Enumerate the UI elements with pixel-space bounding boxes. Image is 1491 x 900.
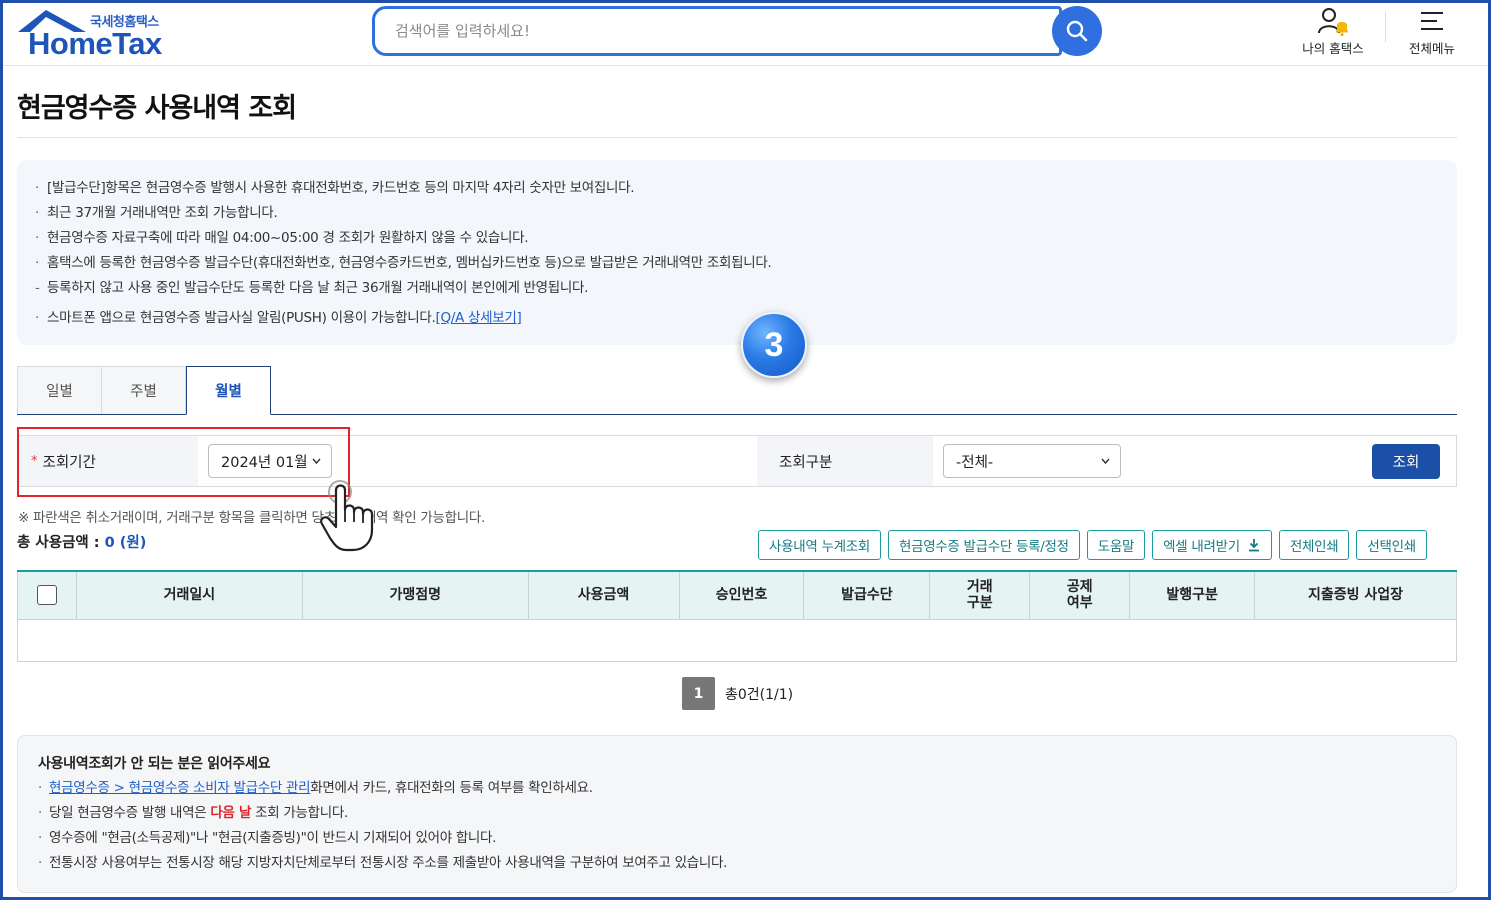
title-divider: [17, 137, 1457, 138]
type-label: 조회구분: [757, 436, 933, 486]
search-icon: [1066, 20, 1088, 42]
total-value: 0 (원): [104, 535, 147, 551]
cancel-legend-note: ※ 파란색은 취소거래이며, 거래구분 항목을 클릭하면 당초 거래내역 확인 …: [18, 510, 485, 526]
notice-item: [발급수단]항목은 현금영수증 발행시 사용한 휴대전화번호, 카드번호 등의 …: [35, 176, 771, 201]
search-input[interactable]: [372, 6, 1062, 56]
tab-daily[interactable]: 일별: [17, 366, 102, 414]
register-method-button[interactable]: 현금영수증 발급수단 등록/정정: [887, 530, 1080, 560]
search-button[interactable]: [1052, 6, 1102, 56]
hometax-logo[interactable]: 국세청홈택스 HomeTax: [16, 6, 176, 61]
select-all-cell: [17, 570, 77, 620]
col-trade-type: 거래 구분: [929, 570, 1031, 620]
my-hometax-label: 나의 홈택스: [1302, 41, 1364, 56]
page-1-button[interactable]: 1: [682, 677, 715, 710]
help-item: 전통시장 사용여부는 전통시장 해당 지방자치단체로부터 전통시장 주소를 제출…: [38, 851, 727, 876]
chevron-down-icon: [1101, 458, 1110, 465]
all-menu-label: 전체메뉴: [1408, 41, 1455, 56]
help-button[interactable]: 도움말: [1086, 530, 1146, 560]
help-item: 영수증에 "현금(소득공제)"나 "현금(지출증빙)"이 반드시 기재되어 있어…: [38, 826, 727, 851]
notice-item: 홈택스에 등록한 현금영수증 발급수단(휴대전화번호, 현금영수증카드번호, 멤…: [35, 251, 772, 276]
qa-detail-link[interactable]: [Q/A 상세보기]: [436, 310, 522, 326]
type-label-text: 조회구분: [779, 454, 833, 471]
cumulative-query-button[interactable]: 사용내역 누계조회: [758, 530, 881, 560]
query-button[interactable]: 조회: [1372, 444, 1440, 479]
download-icon: [1248, 539, 1259, 552]
consumer-method-link[interactable]: 현금영수증 > 현금영수증 소비자 발급수단 관리: [49, 780, 311, 796]
user-bell-icon: [1318, 8, 1348, 37]
usage-table: 거래일시 가맹점명 사용금액 승인번호 발급수단 거래 구분 공제 여부 발행구…: [17, 570, 1457, 662]
pagination: 1 총0건(1/1): [682, 677, 793, 710]
print-selected-button[interactable]: 선택인쇄: [1356, 530, 1427, 560]
header-divider: [1385, 12, 1386, 42]
next-day-highlight: 다음 날: [210, 805, 252, 821]
tab-monthly[interactable]: 월별: [186, 366, 271, 415]
help-link-suffix: 화면에서 카드, 휴대전화의 등록 여부를 확인하세요.: [310, 780, 593, 796]
total-amount: 총 사용금액 : 0 (원): [17, 531, 146, 552]
col-datetime: 거래일시: [75, 570, 303, 620]
excel-download-button[interactable]: 엑셀 내려받기: [1152, 530, 1272, 560]
push-text: 스마트폰 앱으로 현금영수증 발급사실 알림(PUSH) 이용이 가능합니다.: [47, 310, 436, 326]
step-number-badge: 3: [741, 312, 807, 378]
select-all-checkbox[interactable]: [36, 585, 57, 606]
help-box: 사용내역조회가 안 되는 분은 읽어주세요 현금영수증 > 현금영수증 소비자 …: [17, 735, 1457, 893]
table-header-row: 거래일시 가맹점명 사용금액 승인번호 발급수단 거래 구분 공제 여부 발행구…: [17, 570, 1457, 620]
empty-cell: [17, 618, 1457, 662]
notice-item: 최근 37개월 거래내역만 조회 가능합니다.: [35, 201, 771, 226]
notice-box: [발급수단]항목은 현금영수증 발행시 사용한 휴대전화번호, 카드번호 등의 …: [17, 160, 1457, 345]
help-title: 사용내역조회가 안 되는 분은 읽어주세요: [38, 756, 271, 772]
same-day-prefix: 당일 현금영수증 발행 내역은: [49, 805, 211, 821]
action-toolbar: 사용내역 누계조회 현금영수증 발급수단 등록/정정 도움말 엑셀 내려받기 전…: [758, 530, 1427, 560]
all-menu-button[interactable]: 전체메뉴: [1387, 4, 1477, 60]
type-value: -전체-: [956, 454, 994, 471]
my-hometax-link[interactable]: 나의 홈택스: [1288, 4, 1378, 60]
tab-weekly[interactable]: 주별: [101, 366, 186, 414]
highlight-box: [17, 427, 350, 497]
excel-download-label: 엑셀 내려받기: [1163, 539, 1240, 555]
notice-item: 현금영수증 자료구축에 따라 매일 04:00~05:00 경 조회가 원활하지…: [35, 226, 771, 251]
logo-title: HomeTax: [28, 26, 162, 61]
help-item: 당일 현금영수증 발행 내역은 다음 날 조회 가능합니다.: [38, 801, 727, 826]
col-deduction: 공제 여부: [1029, 570, 1131, 620]
col-merchant: 가맹점명: [301, 570, 529, 620]
help-item: 현금영수증 > 현금영수증 소비자 발급수단 관리화면에서 카드, 휴대전화의 …: [38, 776, 727, 801]
col-method: 발급수단: [803, 570, 931, 620]
page-title: 현금영수증 사용내역 조회: [17, 93, 297, 124]
col-approval-no: 승인번호: [678, 570, 805, 620]
page-total: 총0건(1/1): [725, 686, 794, 703]
notice-item-push: 스마트폰 앱으로 현금영수증 발급사실 알림(PUSH) 이용이 가능합니다.[…: [35, 306, 771, 331]
col-amount: 사용금액: [527, 570, 680, 620]
pointer-hand-icon: [320, 480, 374, 552]
period-tabs: 일별 주별 월별: [17, 366, 1457, 415]
empty-table-row: [17, 618, 1457, 662]
same-day-suffix: 조회 가능합니다.: [251, 805, 348, 821]
print-all-button[interactable]: 전체인쇄: [1278, 530, 1350, 560]
col-business: 지출증빙 사업장: [1254, 570, 1457, 620]
hamburger-menu-icon: [1421, 12, 1443, 30]
total-label: 총 사용금액 :: [17, 535, 105, 551]
search-bar: [372, 6, 1102, 56]
header: 국세청홈택스 HomeTax 나의 홈택스: [0, 0, 1491, 66]
type-select[interactable]: -전체-: [943, 444, 1121, 478]
notice-sub-item: 등록하지 않고 사용 중인 발급수단도 등록한 다음 날 최근 36개월 거래내…: [35, 276, 771, 301]
col-issue-type: 발행구분: [1129, 570, 1256, 620]
